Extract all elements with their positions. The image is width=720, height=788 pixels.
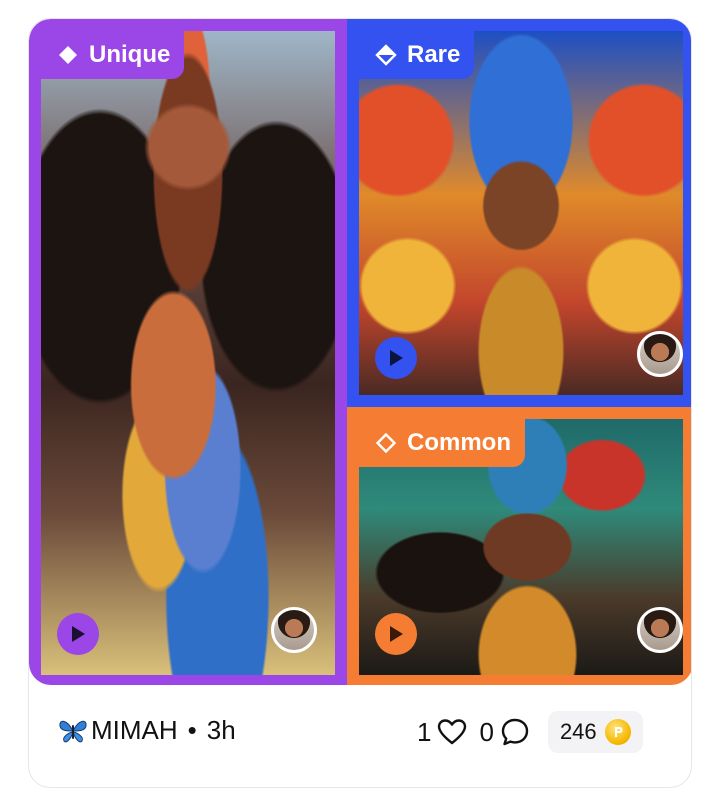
tile-common[interactable]: Common	[347, 407, 691, 685]
rarity-label: Rare	[407, 41, 461, 68]
diamond-half-icon	[375, 44, 397, 66]
media-grid: Unique Rare Common	[29, 19, 691, 685]
separator-dot: •	[187, 715, 197, 745]
butterfly-icon	[57, 717, 89, 745]
post-stats: 1 0 246	[417, 711, 643, 753]
post-time: 3h	[206, 715, 236, 745]
rarity-label: Common	[407, 429, 511, 456]
rarity-badge-common: Common	[359, 419, 525, 467]
avatar[interactable]	[271, 607, 317, 653]
post-footer: MIMAH • 3h 1 0 246	[29, 685, 691, 785]
heart-icon	[438, 719, 467, 745]
coin-tip-button[interactable]: 246	[547, 711, 643, 753]
like-button[interactable]: 1	[417, 717, 467, 748]
coin-count: 246	[559, 719, 597, 744]
comment-button[interactable]: 0	[479, 717, 529, 748]
play-button[interactable]	[375, 613, 417, 655]
play-button[interactable]	[57, 613, 99, 655]
play-icon	[390, 350, 403, 366]
tile-rare[interactable]: Rare	[347, 19, 691, 407]
like-count: 1	[417, 716, 432, 747]
author-name[interactable]: MIMAH	[91, 715, 178, 746]
avatar[interactable]	[637, 331, 683, 377]
post-card: Unique Rare Common MIMAH • 3h 1 0 246	[28, 18, 692, 788]
author-line[interactable]: MIMAH • 3h	[57, 715, 236, 746]
tile-unique[interactable]: Unique	[29, 19, 347, 685]
rarity-label: Unique	[89, 41, 171, 68]
diamond-outline-icon	[375, 432, 397, 454]
play-icon	[390, 626, 403, 642]
comment-icon	[501, 718, 529, 746]
coin-icon	[604, 719, 631, 745]
play-icon	[72, 626, 85, 642]
play-button[interactable]	[375, 337, 417, 379]
rarity-badge-unique: Unique	[41, 31, 185, 79]
artwork-image[interactable]	[41, 31, 335, 675]
avatar[interactable]	[637, 607, 683, 653]
rarity-badge-rare: Rare	[359, 31, 475, 79]
comment-count: 0	[479, 716, 494, 747]
diamond-filled-icon	[57, 44, 79, 66]
